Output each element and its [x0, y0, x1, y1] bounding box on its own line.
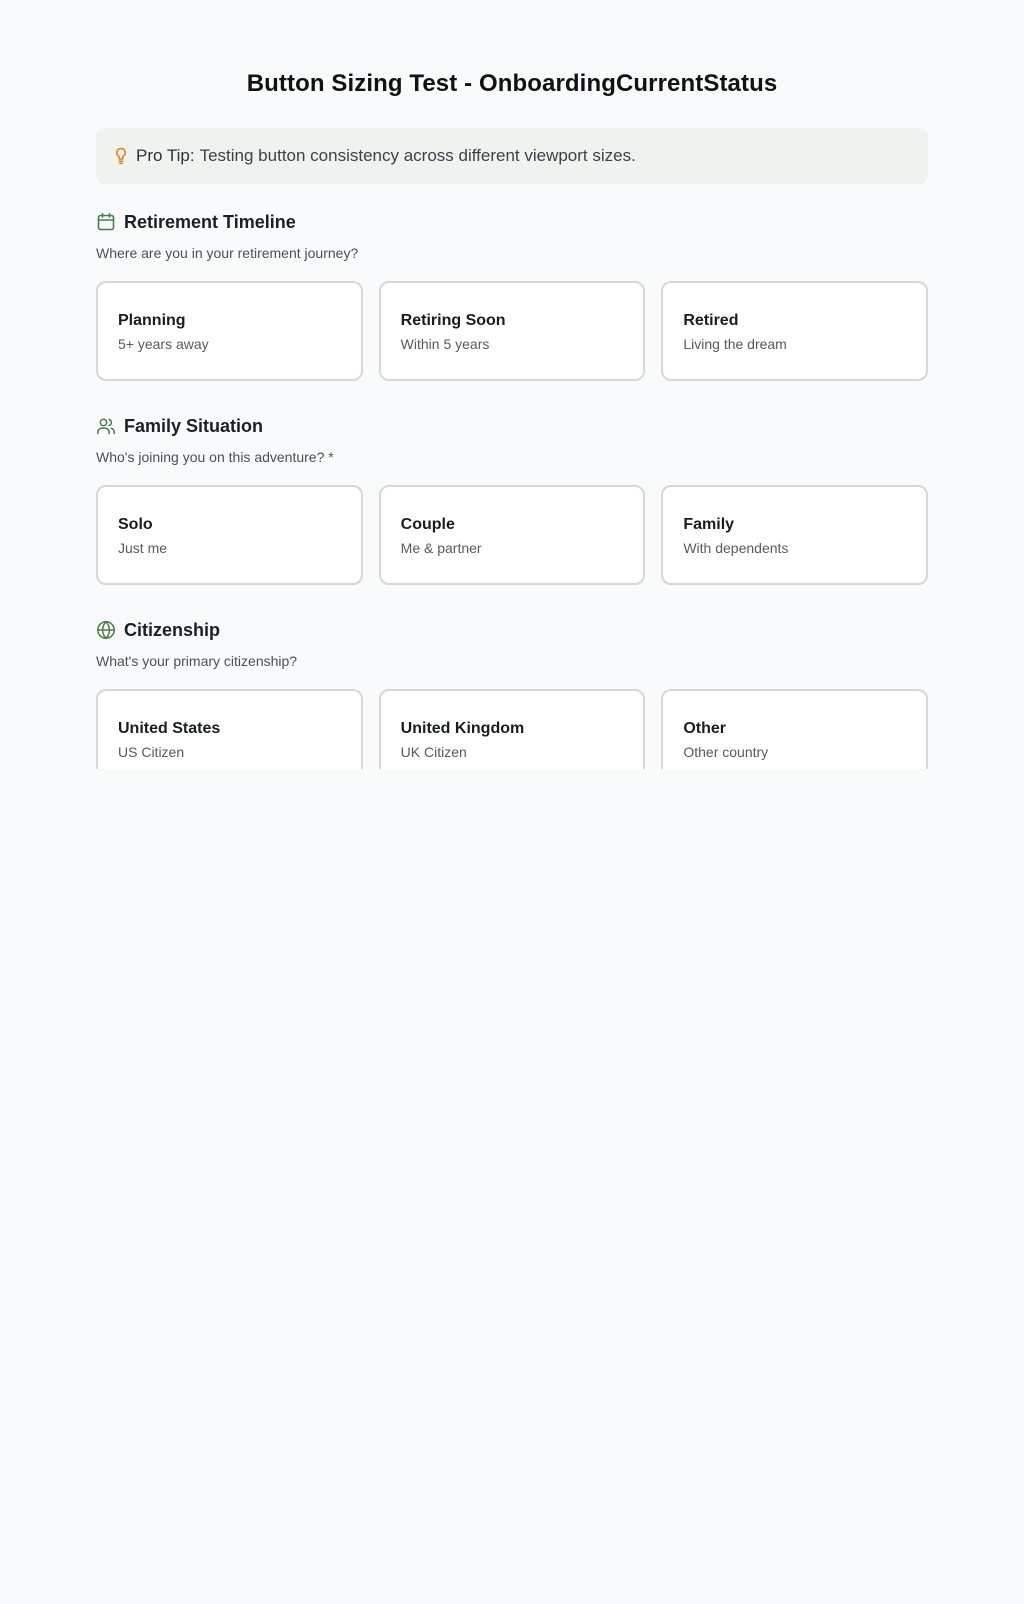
option-label: Retired [683, 312, 739, 329]
section-header: Family Situation [96, 412, 928, 440]
option-subtitle: 5+ years away [118, 336, 209, 352]
option-label: Couple [400, 516, 455, 533]
option-label: Retiring Soon [400, 312, 506, 329]
option-subtitle: US Citizen [118, 744, 185, 760]
lightbulb-icon [114, 146, 128, 166]
option-subtitle: Just me [118, 540, 168, 556]
option-group: Solo Just me Couple Me & partner Family … [96, 485, 928, 585]
page-title: Button Sizing Test - OnboardingCurrentSt… [246, 70, 778, 97]
option-family[interactable]: Family With dependents [661, 485, 928, 585]
option-other[interactable]: Other Other country [661, 689, 928, 769]
option-retired[interactable]: Retired Living the dream [661, 281, 928, 381]
option-label: Solo [118, 516, 153, 533]
option-label: Planning [118, 312, 186, 329]
option-couple[interactable]: Couple Me & partner [378, 485, 646, 585]
section-description: Who's joining you on this adventure? * [96, 449, 334, 465]
option-subtitle: Living the dream [683, 336, 787, 352]
option-subtitle: Me & partner [400, 540, 482, 556]
content-area: Button Sizing Test - OnboardingCurrentSt… [96, 0, 928, 769]
page: Button Sizing Test - OnboardingCurrentSt… [0, 0, 1024, 1604]
option-subtitle: With dependents [683, 540, 789, 556]
section-title: Retirement Timeline [124, 211, 296, 232]
calendar-icon [96, 212, 116, 232]
section-header: Citizenship [96, 616, 928, 644]
users-icon [96, 416, 116, 436]
pro-tip-label: Pro Tip: [136, 146, 195, 165]
section-title: Citizenship [124, 619, 221, 640]
option-subtitle: Other country [683, 744, 769, 760]
globe-icon [96, 620, 116, 640]
pro-tip-text: Testing button consistency across differ… [199, 146, 636, 165]
section-header: Retirement Timeline [96, 208, 928, 236]
section-family-situation: Family Situation Who's joining you on th… [96, 412, 928, 585]
section-description: What's your primary citizenship? [96, 653, 298, 669]
option-retiring-soon[interactable]: Retiring Soon Within 5 years [378, 281, 646, 381]
option-label: United States [118, 720, 221, 737]
section-citizenship: Citizenship What's your primary citizens… [96, 616, 928, 769]
pro-tip-banner: Pro Tip: Testing button consistency acro… [96, 128, 928, 184]
option-planning[interactable]: Planning 5+ years away [96, 281, 363, 381]
option-subtitle: UK Citizen [400, 744, 467, 760]
section-description: Where are you in your retirement journey… [96, 245, 359, 261]
option-solo[interactable]: Solo Just me [96, 485, 363, 585]
option-label: Other [683, 720, 727, 737]
option-group: Planning 5+ years away Retiring Soon Wit… [96, 281, 928, 381]
option-united-kingdom[interactable]: United Kingdom UK Citizen [378, 689, 646, 769]
section-retirement-timeline: Retirement Timeline Where are you in you… [96, 208, 928, 381]
option-group: United States US Citizen United Kingdom … [96, 689, 928, 769]
option-subtitle: Within 5 years [400, 336, 490, 352]
section-title: Family Situation [124, 415, 264, 436]
option-label: United Kingdom [400, 720, 525, 737]
option-label: Family [683, 516, 735, 533]
option-united-states[interactable]: United States US Citizen [96, 689, 363, 769]
